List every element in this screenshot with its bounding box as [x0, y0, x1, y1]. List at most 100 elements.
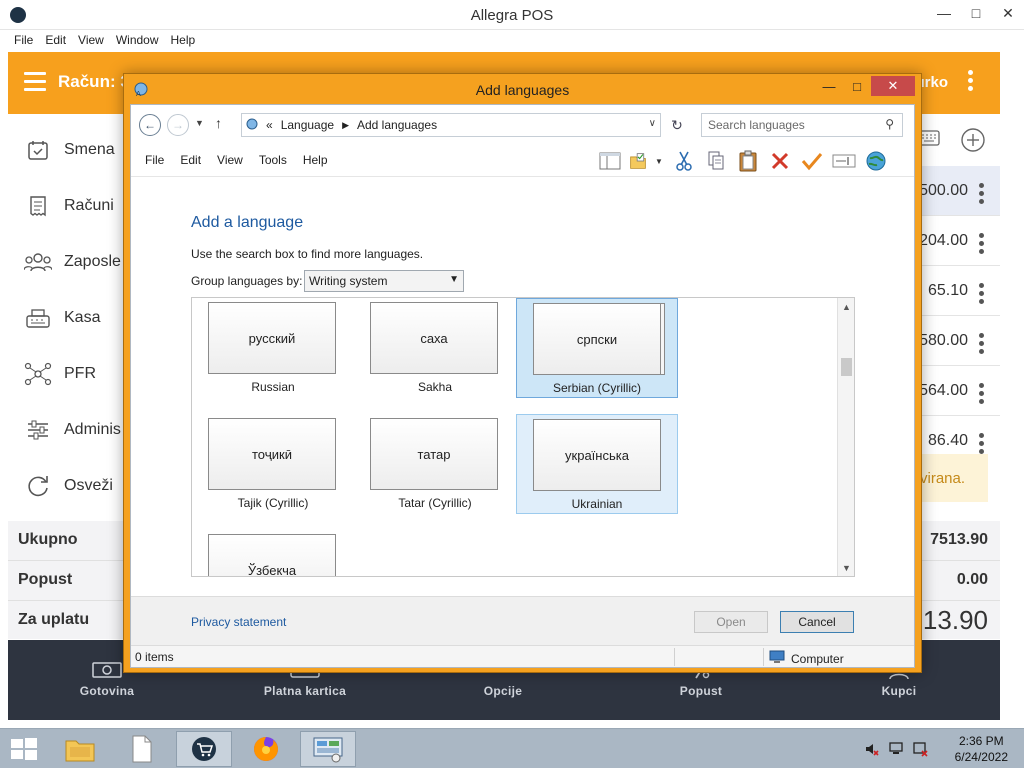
dialog-maximize-button[interactable]: □ [843, 76, 871, 96]
language-tile-tatar[interactable]: татар Tatar (Cyrillic) [354, 414, 516, 514]
refresh-icon[interactable]: ↻ [665, 113, 689, 137]
network-tray-icon[interactable] [888, 741, 904, 762]
start-button[interactable] [10, 737, 38, 761]
sidebar-item-kasa[interactable]: Kasa [24, 300, 100, 336]
language-tile-serbian-cyrillic[interactable]: српски Serbian (Cyrillic) [516, 298, 678, 398]
scroll-thumb[interactable] [841, 358, 852, 376]
breadcrumb-add-languages[interactable]: Add languages [353, 118, 441, 132]
open-button[interactable]: Open [694, 611, 768, 633]
language-tile-tajik[interactable]: тоҷикӣ Tajik (Cyrillic) [192, 414, 354, 514]
search-input[interactable]: Search languages ⚲ [701, 113, 903, 137]
clock[interactable]: 2:36 PM 6/24/2022 [955, 733, 1008, 765]
properties-dropdown-icon[interactable]: ▼ [653, 148, 665, 174]
language-name: Russian [251, 380, 295, 394]
dialog-menu-edit[interactable]: Edit [174, 153, 207, 167]
dialog-close-button[interactable]: ✕ [871, 76, 915, 96]
sidebar-item-zaposleni[interactable]: Zaposle [24, 244, 121, 280]
language-tile-uzbek[interactable]: Ўзбекча [192, 530, 354, 576]
menu-view[interactable]: View [72, 31, 110, 51]
scroll-up-icon[interactable]: ▲ [838, 298, 854, 315]
control-panel-icon [242, 117, 262, 134]
more-icon[interactable] [979, 233, 984, 254]
check-icon[interactable] [799, 148, 825, 174]
dialog-menu-file[interactable]: File [139, 153, 170, 167]
control-panel-icon[interactable] [300, 731, 356, 767]
dialog-titlebar: A Add languages — □ ✕ [124, 74, 921, 104]
language-tile-ukrainian[interactable]: українська Ukrainian [516, 414, 678, 514]
privacy-statement-link[interactable]: Privacy statement [191, 615, 286, 629]
document-icon[interactable] [114, 731, 170, 767]
properties-folder-icon[interactable] [629, 148, 647, 174]
layout-pane-icon[interactable] [597, 148, 623, 174]
group-by-select[interactable]: Writing system ▼ [304, 270, 464, 292]
up-icon[interactable]: ↑ [215, 115, 222, 131]
list-item[interactable]: 564.00 [918, 366, 1000, 416]
header-more-icon[interactable] [968, 70, 976, 91]
vertical-scrollbar[interactable]: ▲ ▼ [837, 298, 854, 576]
breadcrumb[interactable]: « Language ▶ Add languages ∨ [241, 113, 661, 137]
pos-cart-icon[interactable] [176, 731, 232, 767]
more-icon[interactable] [979, 333, 984, 354]
more-icon[interactable] [979, 183, 984, 204]
sidebar-item-label: Adminis [64, 421, 121, 438]
sidebar-item-label: Osveži [64, 477, 113, 494]
dialog-menu-tools[interactable]: Tools [253, 153, 293, 167]
list-item[interactable]: 500.00 [918, 166, 1000, 216]
paste-icon[interactable] [735, 148, 761, 174]
menu-help[interactable]: Help [165, 31, 202, 51]
maximize-button[interactable]: □ [960, 0, 992, 26]
more-icon[interactable] [979, 383, 984, 404]
close-button[interactable]: ✕ [992, 0, 1024, 26]
more-icon[interactable] [979, 283, 984, 304]
volume-muted-icon[interactable] [864, 741, 880, 762]
cancel-button[interactable]: Cancel [780, 611, 854, 633]
sidebar-item-pfr[interactable]: PFR [24, 356, 96, 392]
file-explorer-icon[interactable] [52, 731, 108, 767]
copy-icon[interactable] [703, 148, 729, 174]
action-center-icon[interactable] [912, 741, 928, 762]
location-indicator: Computer [769, 650, 844, 667]
language-native-name: српски [533, 303, 661, 375]
breadcrumb-language[interactable]: Language [277, 118, 338, 132]
group-by-value: Writing system [309, 274, 388, 288]
search-icon[interactable]: ⚲ [885, 117, 894, 131]
back-icon[interactable]: ← [139, 114, 161, 136]
more-icon[interactable] [979, 433, 984, 454]
list-item[interactable]: 65.10 [918, 266, 1000, 316]
sidebar-item-racuni[interactable]: Računi [24, 188, 114, 224]
menu-file[interactable]: File [8, 31, 39, 51]
list-item-amount: 86.40 [927, 432, 968, 449]
menu-edit[interactable]: Edit [39, 31, 72, 51]
nav-label: Opcije [483, 684, 523, 698]
list-item[interactable]: 580.00 [918, 316, 1000, 366]
ukupno-label: Ukupno [18, 531, 78, 548]
recent-dropdown-icon[interactable]: ▼ [195, 118, 204, 128]
add-icon[interactable] [960, 127, 986, 158]
dialog-menu-help[interactable]: Help [297, 153, 334, 167]
firefox-icon[interactable] [238, 731, 294, 767]
cut-icon[interactable] [671, 148, 697, 174]
dialog-minimize-button[interactable]: — [815, 76, 843, 96]
minimize-button[interactable]: — [928, 0, 960, 26]
list-item[interactable]: 204.00 [918, 216, 1000, 266]
language-native-name: українська [533, 419, 661, 491]
menu-window[interactable]: Window [110, 31, 165, 51]
chevron-down-icon[interactable]: ∨ [649, 118, 656, 129]
popust-label: Popust [18, 571, 73, 588]
sidebar-item-smena[interactable]: Smena [24, 132, 115, 168]
scroll-down-icon[interactable]: ▼ [838, 559, 854, 576]
sidebar-item-administracija[interactable]: Adminis [24, 412, 121, 448]
globe-icon[interactable] [863, 148, 889, 174]
status-badge: virana. [918, 454, 988, 502]
breadcrumb-overflow[interactable]: « [262, 118, 277, 132]
language-tile-sakha[interactable]: саха Sakha [354, 298, 516, 398]
language-native-name: татар [370, 418, 498, 490]
delete-icon[interactable] [767, 148, 793, 174]
forward-icon[interactable]: → [167, 114, 189, 136]
language-tile-russian[interactable]: русский Russian [192, 298, 354, 398]
rename-icon[interactable] [831, 148, 857, 174]
dialog-menu-view[interactable]: View [211, 153, 249, 167]
hamburger-menu-icon[interactable] [24, 72, 46, 92]
sidebar-item-osvezi[interactable]: Osveži [24, 468, 113, 504]
people-icon [24, 248, 52, 276]
